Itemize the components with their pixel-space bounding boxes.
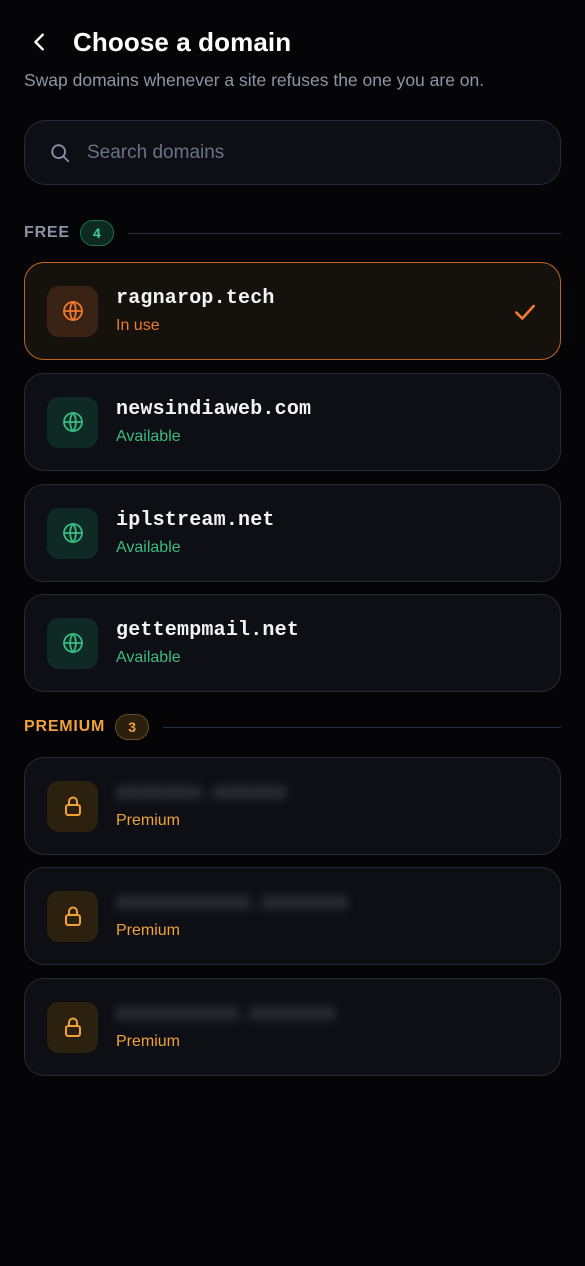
chevron-left-icon — [34, 33, 44, 51]
domain-name: ragnarop.tech — [116, 287, 275, 310]
domain-icon-tile — [47, 890, 98, 942]
blurred-domain-name: xxxxxxxxxx.xxxxxxx — [116, 1003, 336, 1026]
domain-icon-tile — [47, 285, 98, 337]
domain-name: iplstream.net — [116, 509, 275, 532]
count-badge-free: 4 — [79, 220, 114, 246]
premium-domain-card[interactable]: xxxxxxxxxx.xxxxxxx Premium — [24, 978, 561, 1076]
domain-status: Available — [116, 428, 181, 445]
section-divider — [163, 726, 561, 728]
count-badge-premium: 3 — [115, 714, 150, 740]
domain-icon-tile — [47, 617, 98, 669]
domain-name: gettempmail.net — [116, 619, 300, 642]
domain-icon-tile — [47, 507, 98, 559]
domain-icon-tile — [47, 1001, 98, 1053]
domain-picker-screen: Choose a domain Swap domains whenever a … — [0, 0, 585, 1266]
domain-card-gettempmail[interactable]: gettempmail.net Available — [24, 594, 561, 692]
domain-status: In use — [116, 317, 160, 334]
globe-icon — [62, 522, 83, 544]
header: Choose a domain — [24, 24, 561, 60]
globe-icon — [62, 411, 83, 433]
domain-name: newsindiaweb.com — [116, 398, 312, 421]
search-icon — [51, 143, 70, 162]
domain-status: Premium — [116, 922, 181, 939]
page-title: Choose a domain — [73, 26, 292, 57]
lock-icon — [64, 1017, 81, 1037]
checkmark-icon — [515, 304, 535, 320]
premium-domain-card[interactable]: xxxxxxxxxxx.xxxxxxx Premium — [24, 867, 561, 965]
section-header-premium: PREMIUM 3 — [24, 712, 561, 742]
page-subtitle: Swap domains whenever a site refuses the… — [24, 70, 485, 90]
domain-icon-tile — [47, 396, 98, 448]
back-button[interactable] — [23, 25, 57, 59]
section-divider — [127, 232, 561, 234]
globe-icon — [62, 300, 83, 322]
section-label-free: FREE — [24, 224, 70, 241]
domain-card-iplstream[interactable]: iplstream.net Available — [24, 484, 561, 582]
search-input[interactable] — [87, 132, 560, 173]
domain-icon-tile — [47, 780, 98, 832]
search-bar[interactable] — [24, 120, 561, 185]
section-label-premium: PREMIUM — [24, 718, 106, 735]
blurred-domain-name: xxxxxxxxxxx.xxxxxxx — [116, 892, 348, 915]
lock-icon — [64, 796, 81, 816]
section-header-free: FREE 4 — [24, 218, 561, 248]
domain-status: Available — [116, 539, 181, 556]
blurred-domain-name: xxxxxxx.xxxxxx — [116, 782, 287, 805]
domain-card-ragnarop[interactable]: ragnarop.tech In use — [24, 262, 561, 360]
domain-status: Premium — [116, 812, 181, 829]
premium-domain-card[interactable]: xxxxxxx.xxxxxx Premium — [24, 757, 561, 855]
globe-icon — [62, 632, 83, 654]
domain-status: Available — [116, 649, 181, 666]
domain-card-newsindiaweb[interactable]: newsindiaweb.com Available — [24, 373, 561, 471]
domain-status: Premium — [116, 1033, 181, 1050]
lock-icon — [64, 906, 81, 926]
